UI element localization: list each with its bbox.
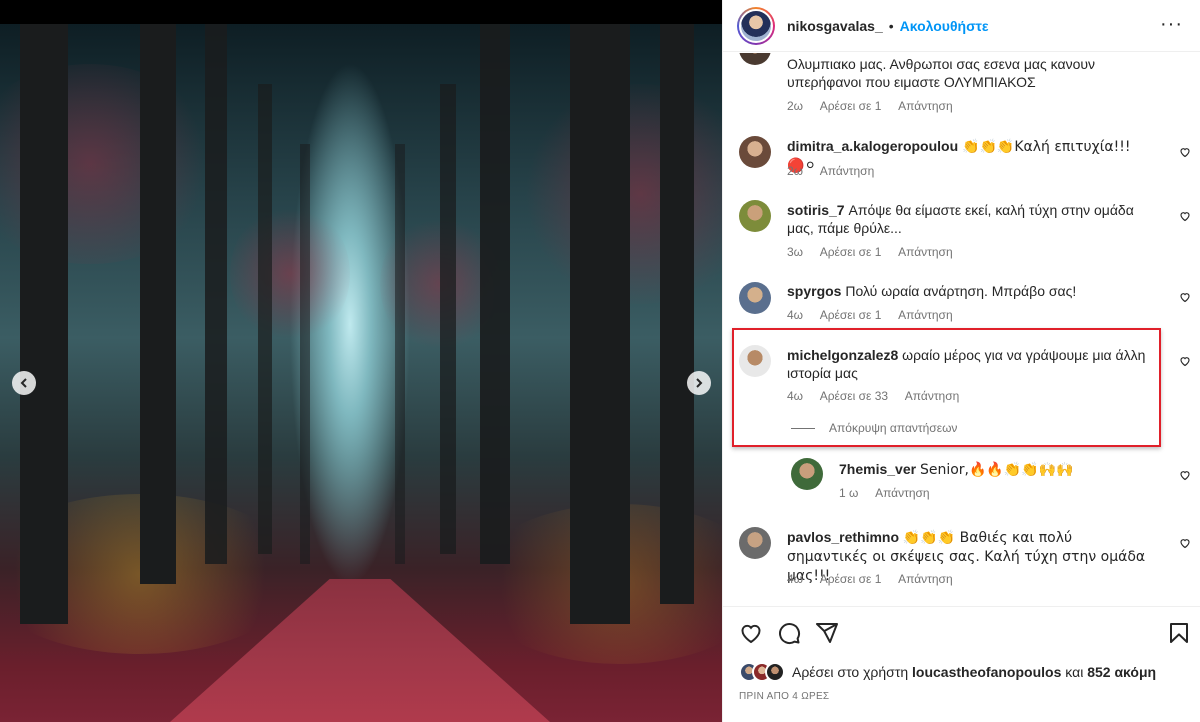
likes-summary: Αρέσει στο χρήστη loucastheofanopoulos κ… xyxy=(739,662,1156,682)
chevron-left-icon xyxy=(20,378,27,388)
hide-replies-button[interactable]: Απόκρυψη απαντήσεων xyxy=(791,421,957,435)
comment-username[interactable]: pavlos_rethimno xyxy=(787,529,899,545)
likes-text: Αρέσει στο χρήστη loucastheofanopoulos κ… xyxy=(792,664,1156,680)
comment-username[interactable]: spyrgos xyxy=(787,283,841,299)
more-horizontal-icon[interactable]: ··· xyxy=(1160,14,1183,34)
commenter-avatar[interactable] xyxy=(739,200,771,232)
forest-photo xyxy=(0,24,722,722)
reply-button[interactable]: Απάντηση xyxy=(905,389,960,403)
comment-meta: 2ω Αρέσει σε 1 Απάντηση xyxy=(787,99,967,113)
comment-heart-icon[interactable] xyxy=(1179,468,1191,481)
comment-heart-icon[interactable] xyxy=(1179,536,1191,549)
next-button[interactable] xyxy=(687,371,711,395)
comment-likes[interactable]: Αρέσει σε 1 xyxy=(820,245,882,259)
post-side-panel: nikosgavalas_ • Ακολουθήστε ··· Ολυμπιακ… xyxy=(722,0,1200,722)
reply-button[interactable]: Απάντηση xyxy=(875,486,930,500)
comment-icon[interactable] xyxy=(777,621,801,645)
comment-username[interactable]: michelgonzalez8 xyxy=(787,347,898,363)
comment-likes[interactable]: Αρέσει σε 33 xyxy=(820,389,888,403)
commenter-avatar[interactable] xyxy=(791,458,823,490)
comment-time: 3ω xyxy=(787,245,804,259)
share-icon[interactable] xyxy=(815,621,839,645)
comment-likes[interactable]: Αρέσει σε 1 xyxy=(820,572,882,586)
comment-time: 4ω xyxy=(787,308,804,322)
comment-time: 1 ω xyxy=(839,486,859,500)
commenter-avatar[interactable] xyxy=(739,136,771,168)
comment-meta: 1 ω Απάντηση xyxy=(839,486,944,500)
post-timestamp[interactable]: ΠΡΙΝ ΑΠΟ 4 ΩΡΕΣ xyxy=(739,691,829,702)
comment-text: Ολυμπιακο μας. Ανθρωποι σας εσενα μας κα… xyxy=(787,56,1096,90)
post-actions: Αρέσει στο χρήστη loucastheofanopoulos κ… xyxy=(723,606,1200,722)
comment-body: spyrgos Πολύ ωραία ανάρτηση. Μπράβο σας! xyxy=(787,282,1147,300)
prev-button[interactable] xyxy=(12,371,36,395)
comment-body: 7hemis_ver Senior,🔥🔥👏👏🙌🙌 xyxy=(839,460,1159,479)
chevron-right-icon xyxy=(696,378,703,388)
reply-button[interactable]: Απάντηση xyxy=(898,245,953,259)
comment-heart-icon[interactable] xyxy=(1179,209,1191,222)
comment-meta: 4ω Αρέσει σε 1 Απάντηση xyxy=(787,308,967,322)
reply-button[interactable]: Απάντηση xyxy=(898,572,953,586)
post-header: nikosgavalas_ • Ακολουθήστε ··· xyxy=(723,0,1200,52)
comment-time: 4ω xyxy=(787,389,804,403)
comment-meta: 4ω Αρέσει σε 1 Απάντηση xyxy=(787,572,967,586)
comment-likes[interactable]: Αρέσει σε 1 xyxy=(820,99,882,113)
comment-time: 2ω xyxy=(787,164,804,178)
author-avatar[interactable] xyxy=(737,6,775,45)
reply-button[interactable]: Απάντηση xyxy=(820,164,875,178)
comment-time: 2ω xyxy=(787,99,804,113)
comment-likes[interactable]: Αρέσει σε 1 xyxy=(820,308,882,322)
comment-text: Πολύ ωραία ανάρτηση. Μπράβο σας! xyxy=(845,283,1077,299)
header-separator: • xyxy=(888,17,894,34)
heart-icon[interactable] xyxy=(739,621,763,645)
commenter-avatar[interactable] xyxy=(739,345,771,377)
likes-user-link[interactable]: loucastheofanopoulos xyxy=(912,664,1061,680)
liker-avatar[interactable] xyxy=(765,662,785,682)
commenter-avatar[interactable] xyxy=(739,282,771,314)
comment-body: michelgonzalez8 ωραίο μέρος για να γράψο… xyxy=(787,346,1147,382)
post-media xyxy=(0,0,722,722)
likes-mid: και xyxy=(1065,664,1084,680)
hide-replies-label: Απόκρυψη απαντήσεων xyxy=(829,421,958,435)
commenter-avatar[interactable] xyxy=(739,527,771,559)
reply-button[interactable]: Απάντηση xyxy=(898,308,953,322)
author-username[interactable]: nikosgavalas_ xyxy=(787,18,883,34)
comment-text: Senior,🔥🔥👏👏🙌🙌 xyxy=(919,462,1074,478)
comment-heart-icon[interactable] xyxy=(1179,290,1191,303)
media-top-bar xyxy=(0,0,722,24)
comment-heart-icon[interactable] xyxy=(1179,354,1191,367)
commenter-avatar[interactable] xyxy=(739,53,771,65)
bookmark-icon[interactable] xyxy=(1167,621,1191,645)
comment-body: sotiris_7 Απόψε θα είμαστε εκεί, καλή τύ… xyxy=(787,201,1147,237)
comment-meta: 2ω Απάντηση xyxy=(787,164,888,178)
comment-meta: 4ω Αρέσει σε 33 Απάντηση xyxy=(787,389,973,403)
comment-meta: 3ω Αρέσει σε 1 Απάντηση xyxy=(787,245,967,259)
comment-username[interactable]: dimitra_a.kalogeropoulou xyxy=(787,138,958,154)
likes-count-link[interactable]: 852 ακόμη xyxy=(1087,664,1156,680)
reply-button[interactable]: Απάντηση xyxy=(898,99,953,113)
comment-time: 4ω xyxy=(787,572,804,586)
divider xyxy=(791,427,815,429)
comment-username[interactable]: 7hemis_ver xyxy=(839,461,916,477)
comment-heart-icon[interactable] xyxy=(1179,145,1191,158)
follow-button[interactable]: Ακολουθήστε xyxy=(900,18,989,34)
comments-list: Ολυμπιακο μας. Ανθρωποι σας εσενα μας κα… xyxy=(723,53,1200,606)
comment-username[interactable]: sotiris_7 xyxy=(787,202,845,218)
likes-prefix: Αρέσει στο χρήστη xyxy=(792,664,909,680)
